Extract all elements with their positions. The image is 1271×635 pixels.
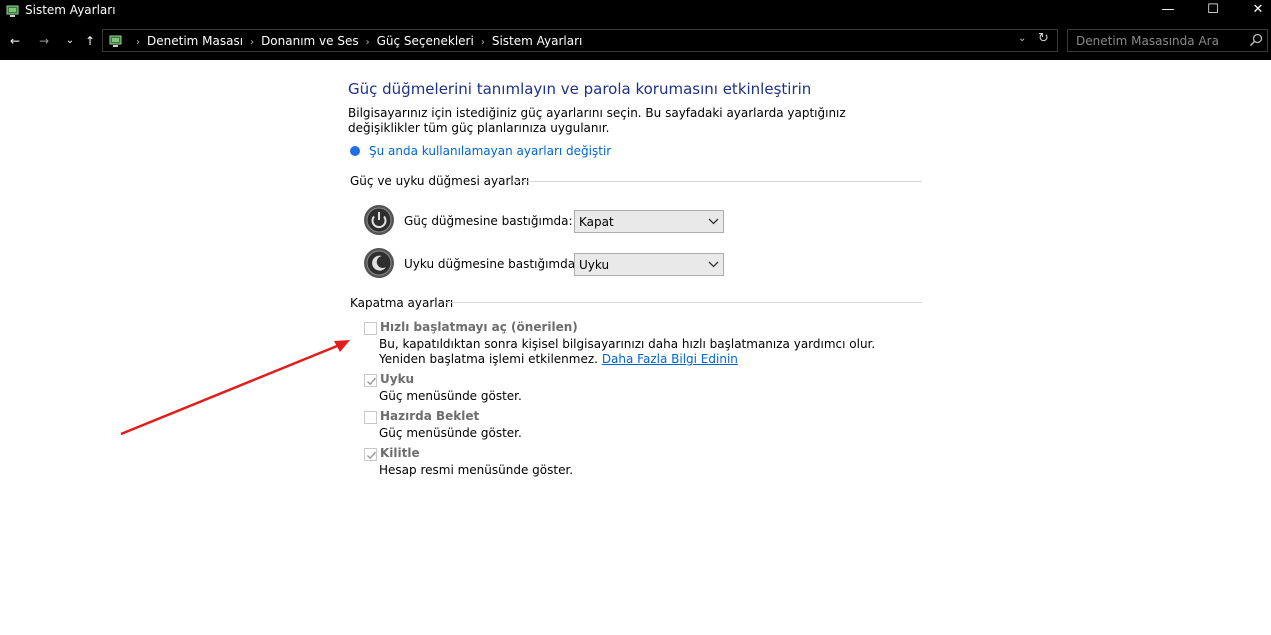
lock-title: Kilitle bbox=[380, 446, 420, 460]
sleep-checkbox[interactable] bbox=[364, 374, 377, 387]
hibernate-title: Hazırda Beklet bbox=[380, 409, 480, 423]
fast-startup-description: Bu, kapatıldıktan sonra kişisel bilgisay… bbox=[379, 337, 919, 367]
sleep-button-action-value: Uyku bbox=[579, 258, 610, 272]
close-button[interactable]: ✕ bbox=[1235, 0, 1271, 22]
search-input[interactable] bbox=[1076, 33, 1241, 48]
checkmark-icon bbox=[367, 377, 377, 386]
lock-checkbox[interactable] bbox=[364, 448, 377, 461]
power-button-action-value: Kapat bbox=[579, 215, 614, 229]
page-description: Bilgisayarınız için istediğiniz güç ayar… bbox=[348, 106, 846, 135]
title-bar: Sistem Ayarları — ☐ ✕ bbox=[0, 0, 1271, 22]
breadcrumb-item[interactable]: Güç Seçenekleri bbox=[377, 34, 474, 48]
breadcrumb-item[interactable]: Sistem Ayarları bbox=[492, 34, 583, 48]
change-link-label[interactable]: Şu anda kullanılamayan ayarları değiştir bbox=[369, 144, 611, 158]
divider bbox=[512, 181, 922, 182]
search-icon[interactable] bbox=[1248, 32, 1264, 48]
breadcrumb-separator: › bbox=[250, 37, 255, 48]
annotation-arrow bbox=[120, 340, 350, 436]
search-box[interactable] bbox=[1067, 29, 1268, 52]
breadcrumb-separator: › bbox=[480, 37, 485, 48]
power-button-label: Güç düğmesine bastığımda: bbox=[404, 214, 573, 228]
control-panel-icon bbox=[6, 5, 19, 17]
window-title: Sistem Ayarları bbox=[25, 3, 116, 17]
refresh-icon[interactable]: ↻ bbox=[1038, 31, 1049, 46]
control-panel-icon bbox=[109, 35, 122, 47]
breadcrumb-item[interactable]: Denetim Masası bbox=[147, 34, 243, 48]
learn-more-link[interactable]: Daha Fazla Bilgi Edinin bbox=[602, 352, 738, 366]
back-button[interactable]: ← bbox=[5, 31, 25, 51]
address-dropdown-icon[interactable]: ⌄ bbox=[1018, 33, 1026, 44]
power-button-action-select[interactable]: Kapat bbox=[574, 210, 724, 233]
hibernate-checkbox[interactable] bbox=[364, 411, 377, 424]
minimize-button[interactable]: — bbox=[1145, 0, 1191, 22]
sleep-button-label: Uyku düğmesine bastığımda: bbox=[404, 257, 580, 271]
sleep-title: Uyku bbox=[380, 372, 415, 386]
breadcrumb: › Denetim Masası › Donanım ve Ses › Güç Seçen… bbox=[129, 34, 582, 48]
breadcrumb-separator: › bbox=[136, 37, 140, 48]
shutdown-settings-heading: Kapatma ayarları bbox=[350, 296, 454, 310]
lock-description: Hesap resmi menüsünde göster. bbox=[379, 463, 574, 477]
breadcrumb-item[interactable]: Donanım ve Ses bbox=[261, 34, 359, 48]
recent-locations-button[interactable]: ⌄ bbox=[60, 31, 80, 51]
sleep-button-icon bbox=[364, 248, 394, 278]
chevron-down-icon bbox=[708, 218, 719, 225]
hibernate-description: Güç menüsünde göster. bbox=[379, 426, 522, 440]
maximize-button[interactable]: ☐ bbox=[1190, 0, 1236, 22]
fast-startup-title: Hızlı başlatmayı aç (önerilen) bbox=[380, 320, 578, 334]
power-button-icon bbox=[364, 205, 394, 235]
up-button[interactable]: ↑ bbox=[80, 31, 100, 51]
sleep-description: Güç menüsünde göster. bbox=[379, 389, 522, 403]
page-title: Güç düğmelerini tanımlayın ve parola kor… bbox=[348, 80, 812, 98]
shield-icon bbox=[350, 146, 360, 156]
forward-button[interactable]: → bbox=[34, 31, 54, 51]
power-sleep-heading: Güç ve uyku düğmesi ayarları bbox=[350, 174, 530, 188]
address-bar[interactable]: › Denetim Masası › Donanım ve Ses › Güç Seçen… bbox=[102, 29, 1058, 52]
checkmark-icon bbox=[367, 451, 377, 460]
divider bbox=[446, 302, 922, 303]
chevron-down-icon bbox=[708, 261, 719, 268]
fast-startup-checkbox[interactable] bbox=[364, 322, 377, 335]
sleep-button-action-select[interactable]: Uyku bbox=[574, 253, 724, 276]
breadcrumb-separator: › bbox=[365, 37, 370, 48]
